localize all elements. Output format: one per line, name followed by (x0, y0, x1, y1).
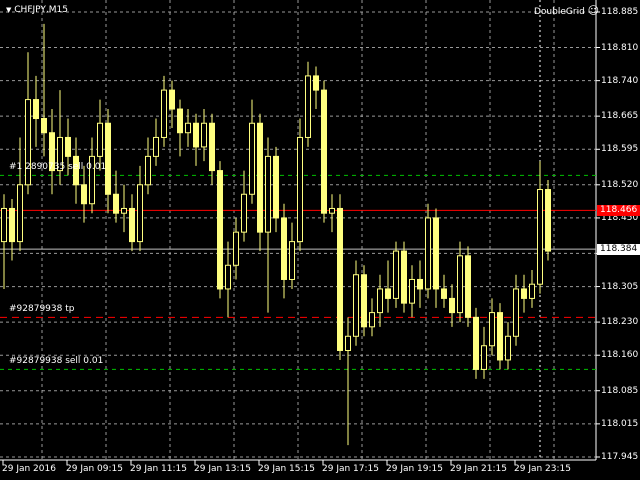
time-label: 29 Jan 19:15 (386, 464, 443, 474)
candle-body-bull (329, 207, 335, 214)
price-chart[interactable] (0, 0, 640, 480)
candle-body-bear (113, 193, 119, 214)
candle-body-bear (401, 250, 407, 304)
candle-body-bear (441, 288, 447, 299)
candle-body-bear (209, 122, 215, 172)
price-label: 118.595 (601, 144, 639, 155)
candle-body-bull (289, 241, 295, 280)
candle-body-bull (377, 288, 383, 314)
price-label: 118.015 (601, 418, 639, 429)
candle-body-bull (17, 184, 23, 243)
candle-body-bear (81, 184, 87, 205)
price-label: 118.885 (601, 7, 639, 17)
candle-body-bear (169, 89, 175, 110)
candle-body-bull (409, 278, 415, 304)
candle-body-bear (281, 217, 287, 280)
candle-body-bull (161, 89, 167, 138)
time-label: 29 Jan 15:15 (258, 464, 315, 474)
candle-body-bull (481, 345, 487, 370)
candle-body-bull (353, 274, 359, 337)
candle-body-bear (433, 217, 439, 290)
ask-price-tag: 118.466 (597, 205, 640, 217)
order-label: #92879938 tp (9, 304, 75, 315)
smiley-icon: ☺ (587, 4, 600, 17)
candle-body-bull (241, 193, 247, 233)
candle-body-bull (513, 288, 519, 337)
candle-body-bear (65, 136, 71, 157)
candle-body-bull (249, 122, 255, 195)
symbol-label: CHFJPY,M15 (14, 5, 68, 15)
candle-body-bull (345, 335, 351, 351)
candle-body-bear (337, 207, 343, 351)
candle-body-bear (9, 207, 15, 243)
candle-body-bear (321, 89, 327, 214)
candle-body-bull (153, 136, 159, 157)
candle-body-bull (201, 122, 207, 148)
time-label: 29 Jan 2016 (2, 464, 56, 474)
candle-body-bear (385, 288, 391, 299)
price-label: 118.085 (601, 385, 639, 396)
candle-body-bull (537, 189, 543, 285)
candle-body-bear (473, 316, 479, 370)
candle-body-bull (121, 207, 127, 214)
candle-body-bull (369, 312, 375, 328)
candle-body-bull (425, 217, 431, 290)
candle-body-bear (313, 75, 319, 91)
symbol-title[interactable]: ▼ CHFJPY,M15 (6, 5, 68, 15)
candle-body-bear (33, 99, 39, 120)
candle-body-bull (297, 136, 303, 243)
candle-body-bear (497, 312, 503, 361)
order-label: #92879938 sell 0.01 (9, 356, 104, 367)
time-label: 29 Jan 11:15 (130, 464, 187, 474)
candle-body-bull (1, 207, 7, 243)
candle-body-bull (489, 312, 495, 347)
time-label: 29 Jan 09:15 (66, 464, 123, 474)
candle-body-bull (529, 283, 535, 299)
price-label: 118.160 (601, 350, 639, 361)
candle-body-bull (137, 184, 143, 243)
candle-body-bear (257, 122, 263, 233)
candle-body-bear (129, 207, 135, 243)
price-label: 118.740 (601, 75, 639, 86)
chart-window[interactable]: ▼ CHFJPY,M15 DoubleGrid ☺ 118.885 118.810… (0, 0, 640, 480)
candle-body-bull (305, 75, 311, 138)
candle-body-bull (265, 155, 271, 233)
bid-price-tag: 118.384 (597, 244, 640, 256)
candle-body-bull (233, 231, 239, 266)
candle-body-bull (393, 250, 399, 299)
candle-body-bear (545, 189, 551, 252)
price-label: 118.230 (601, 317, 639, 328)
price-label: 118.810 (601, 42, 639, 53)
candle-body-bear (449, 297, 455, 314)
price-label: 118.305 (601, 281, 639, 292)
candle-body-bear (41, 118, 47, 134)
candle-body-bear (361, 274, 367, 328)
candle-body-bull (185, 122, 191, 134)
candle-body-bull (457, 255, 463, 314)
price-label: 118.665 (601, 111, 639, 122)
time-label: 29 Jan 17:15 (322, 464, 379, 474)
candle-body-bull (505, 335, 511, 361)
candle-body-bull (97, 122, 103, 157)
time-label: 29 Jan 23:15 (514, 464, 571, 474)
candle-body-bear (177, 108, 183, 134)
price-label: 118.520 (601, 179, 639, 190)
candle-body-bear (273, 155, 279, 219)
price-label: 117.945 (601, 452, 639, 462)
indicator-label: DoubleGrid ☺ (534, 4, 600, 17)
candle-body-bear (465, 255, 471, 318)
time-label: 29 Jan 21:15 (450, 464, 507, 474)
time-label: 29 Jan 13:15 (194, 464, 251, 474)
candle-body-bull (145, 155, 151, 186)
candle-body-bear (217, 170, 223, 290)
candle-body-bear (417, 278, 423, 290)
candle-body-bull (225, 264, 231, 290)
candle-body-bear (105, 122, 111, 195)
collapse-triangle-icon[interactable]: ▼ (6, 6, 11, 14)
order-label: #1 2890735 sell 0.01 (9, 162, 107, 173)
candle-body-bear (521, 288, 527, 299)
candle-body-bear (193, 122, 199, 148)
indicator-name: DoubleGrid (534, 7, 585, 17)
